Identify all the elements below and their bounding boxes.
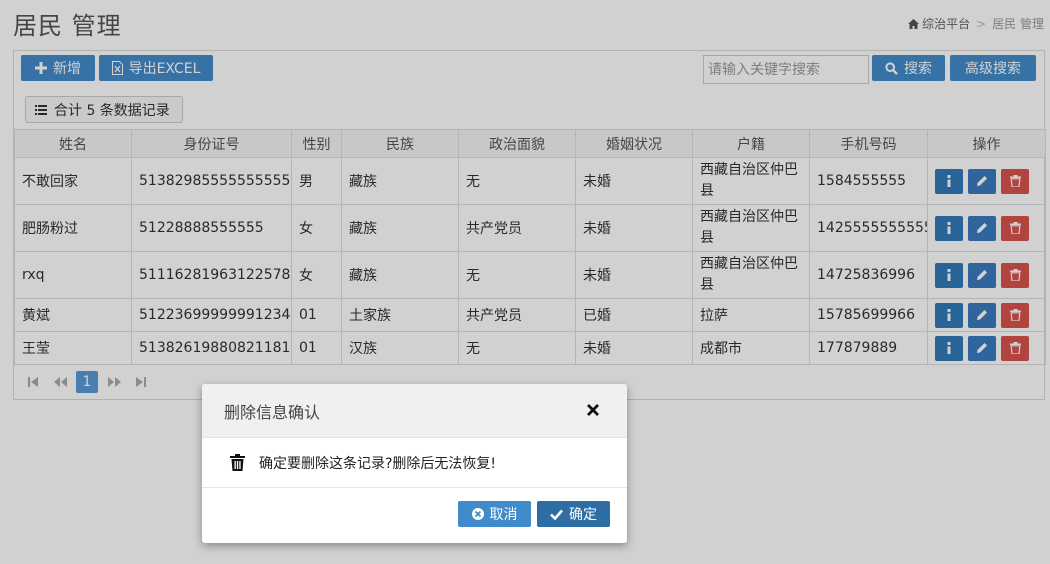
dialog-footer: 取消 确定 [202,488,627,542]
dialog-title: 删除信息确认 [224,402,321,422]
times-circle-icon [471,508,484,520]
dialog-header: 删除信息确认 [202,384,627,438]
close-icon [587,404,599,416]
confirm-button-label: 确定 [569,507,597,523]
delete-confirm-dialog: 删除信息确认 确定要删除这条记录?删除后无法恢复! 取消 确定 [202,384,627,543]
cancel-button-label: 取消 [489,507,518,523]
check-icon [550,509,563,520]
dialog-message: 确定要删除这条记录?删除后无法恢复! [259,455,497,472]
close-button[interactable] [587,400,601,416]
dialog-body: 确定要删除这条记录?删除后无法恢复! [202,438,627,488]
cancel-button[interactable]: 取消 [458,501,531,527]
trash-icon [230,454,245,471]
confirm-button[interactable]: 确定 [537,501,610,527]
